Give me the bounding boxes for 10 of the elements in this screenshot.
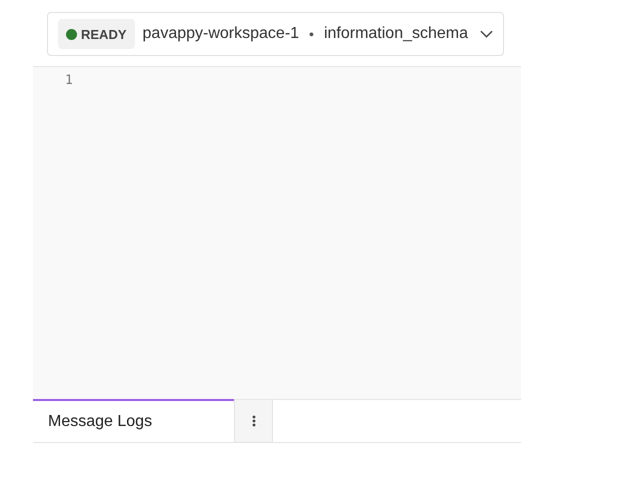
line-number: 1 [65,73,74,88]
more-menu-button[interactable] [234,400,273,442]
schema-name: information_schema [324,25,468,43]
connection-picker[interactable]: READY pavappy-workspace-1 • information_schema [47,12,504,56]
more-icon [252,415,256,427]
chevron-down-icon [480,30,493,38]
separator: • [309,26,314,42]
code-editor[interactable]: 1 [33,66,521,399]
workspace-name: pavappy-workspace-1 [142,25,300,43]
status-badge: READY [58,19,135,49]
